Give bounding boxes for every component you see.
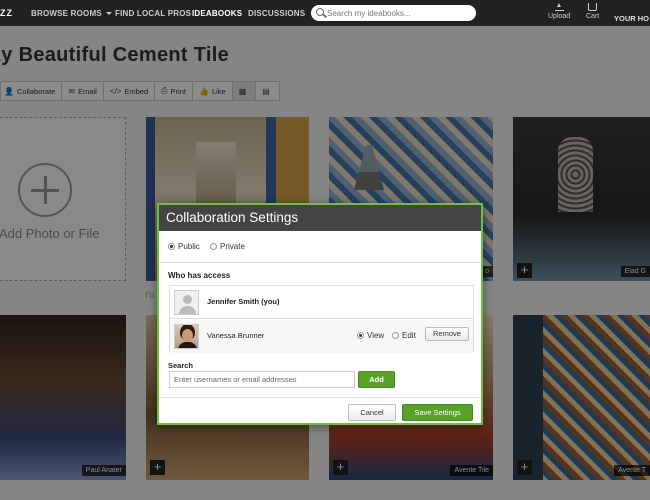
private-radio[interactable] bbox=[210, 243, 218, 250]
public-radio[interactable] bbox=[168, 243, 175, 250]
edit-radio[interactable] bbox=[392, 332, 399, 339]
access-row: Vanessa Brunner View Edit Remove bbox=[170, 320, 473, 353]
upload-button[interactable]: Upload bbox=[548, 3, 570, 20]
private-label: Private bbox=[220, 242, 245, 251]
nav-find-local-pros[interactable]: FIND LOCAL PROS bbox=[115, 9, 191, 18]
upload-icon bbox=[554, 3, 564, 11]
chevron-down-icon bbox=[105, 12, 112, 16]
private-option[interactable]: Private bbox=[210, 242, 245, 251]
collaborator-name: Jennifer Smith (you) bbox=[207, 297, 280, 306]
visibility-options: Public Private bbox=[168, 242, 253, 251]
description-snippet: I'd bbox=[145, 290, 155, 300]
nav-discussions[interactable]: DISCUSSIONS bbox=[248, 9, 305, 18]
collaborator-name: Vanessa Brunner bbox=[207, 331, 265, 340]
avatar bbox=[174, 324, 199, 349]
nav-browse-rooms[interactable]: BROWSE ROOMS bbox=[31, 9, 112, 18]
access-row: Jennifer Smith (you) bbox=[170, 286, 473, 319]
search-label: Search bbox=[168, 361, 194, 370]
nav-ideabooks[interactable]: IDEABOOKS bbox=[192, 9, 242, 18]
view-permission-option[interactable]: View bbox=[357, 331, 384, 340]
view-label: View bbox=[367, 331, 385, 340]
save-settings-button[interactable]: Save Settings bbox=[402, 404, 473, 421]
collaboration-settings-dialog: Collaboration Settings Public Private Wh… bbox=[157, 203, 483, 425]
ideabook-search[interactable] bbox=[311, 5, 476, 21]
top-nav-bar: ZZ BROWSE ROOMS FIND LOCAL PROS IDEABOOK… bbox=[0, 0, 650, 26]
cart-icon bbox=[588, 3, 598, 11]
avatar bbox=[174, 290, 199, 315]
access-list: Jennifer Smith (you) Vanessa Brunner Vie… bbox=[169, 285, 474, 353]
add-collaborator-button[interactable]: Add bbox=[358, 371, 395, 388]
divider bbox=[159, 262, 481, 263]
search-icon bbox=[316, 8, 324, 16]
nav-browse-rooms-label: BROWSE ROOMS bbox=[31, 9, 102, 18]
divider bbox=[159, 397, 481, 398]
remove-collaborator-button[interactable]: Remove bbox=[425, 327, 469, 341]
public-option[interactable]: Public bbox=[168, 242, 200, 251]
collaborator-search-input[interactable] bbox=[169, 371, 355, 388]
who-has-access-heading: Who has access bbox=[168, 271, 231, 280]
houzz-logo[interactable]: ZZ bbox=[0, 8, 13, 18]
dialog-title: Collaboration Settings bbox=[159, 205, 481, 231]
your-houzz-menu[interactable]: YOUR HO bbox=[614, 14, 649, 23]
cart-label: Cart bbox=[586, 13, 600, 20]
public-label: Public bbox=[178, 242, 200, 251]
upload-label: Upload bbox=[548, 13, 571, 20]
view-radio[interactable] bbox=[357, 332, 364, 339]
ideabook-search-input[interactable] bbox=[327, 6, 472, 20]
edit-permission-option[interactable]: Edit bbox=[392, 331, 416, 340]
cancel-button[interactable]: Cancel bbox=[348, 404, 396, 421]
cart-button[interactable]: Cart bbox=[586, 3, 599, 20]
edit-label: Edit bbox=[402, 331, 416, 340]
